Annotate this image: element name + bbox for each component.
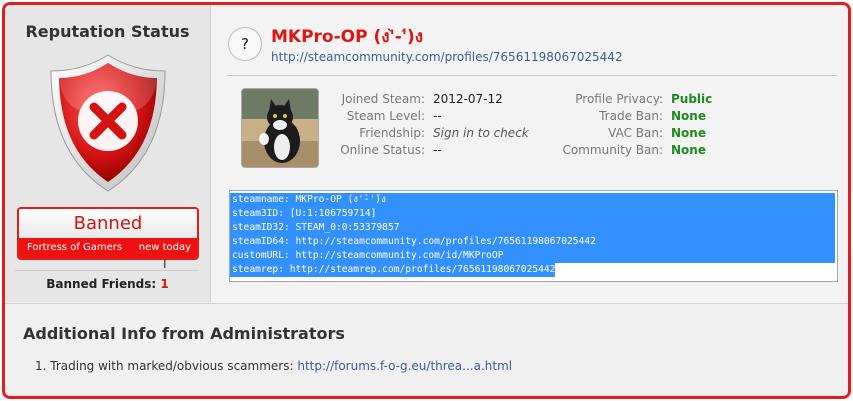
- profile-info-left: Joined Steam: 2012-07-12 Steam Level: -- F…: [319, 91, 529, 159]
- id-line-steam3id: steam3ID: [U:1:106759714]: [230, 207, 835, 221]
- ban-status-label: Banned: [19, 209, 197, 238]
- profile-name: MKPro-OP (ง'̀-'́)ง: [271, 27, 424, 47]
- online-status-row: Online Status: --: [319, 142, 529, 159]
- community-ban-row: Community Ban: None: [551, 142, 712, 159]
- ban-date: new today: [138, 242, 191, 253]
- online-status-value: --: [433, 143, 442, 157]
- vac-ban-label: VAC Ban:: [608, 126, 663, 140]
- divider: [15, 270, 199, 271]
- banned-friends-label: Banned Friends:: [46, 277, 161, 291]
- friendship-value[interactable]: Sign in to check: [425, 126, 529, 140]
- divider: [227, 75, 837, 76]
- ban-source: Fortress of Gamers: [27, 242, 123, 253]
- trade-ban-value: None: [671, 109, 706, 123]
- steam-level-row: Steam Level: --: [319, 108, 529, 125]
- vac-ban-row: VAC Ban: None: [551, 125, 712, 142]
- joined-steam-label: Joined Steam:: [341, 92, 425, 106]
- joined-steam-row: Joined Steam: 2012-07-12: [319, 91, 529, 108]
- text-cursor-icon: I: [163, 257, 167, 271]
- banned-friends: Banned Friends: 1: [5, 277, 210, 291]
- steam-level-value: --: [433, 109, 442, 123]
- banned-friends-count[interactable]: 1: [160, 277, 168, 291]
- steam-ids-textarea[interactable]: steamname: MKPro-OP (ง'̀-'́)ง steam3ID: …: [229, 190, 838, 282]
- admin-info-section: Additional Info from Administrators 1. T…: [5, 303, 848, 396]
- friendship-label: Friendship:: [359, 126, 425, 140]
- ban-source-bar: Fortress of Gamers new today: [19, 238, 197, 258]
- reputation-panel: Reputation Status Banned Fortress of Gam…: [2, 2, 851, 399]
- shield-x-icon: [50, 54, 166, 192]
- profile-info-right: Profile Privacy: Public Trade Ban: None VA…: [551, 91, 713, 159]
- community-ban-label: Community Ban:: [562, 143, 664, 157]
- steam-level-label: Steam Level:: [346, 109, 425, 123]
- id-line-steamrep: steamrep: http://steamrep.com/profiles/7…: [230, 263, 556, 277]
- profile-url-link[interactable]: http://steamcommunity.com/profiles/76561…: [271, 50, 623, 64]
- id-line-steamid64: steamID64: http://steamcommunity.com/pro…: [230, 235, 835, 249]
- profile-privacy-value: Public: [671, 92, 713, 106]
- friendship-row: Friendship: Sign in to check: [319, 125, 529, 142]
- ban-status-box[interactable]: Banned Fortress of Gamers new today: [17, 207, 199, 260]
- id-line-steamid32: steamID32: STEAM_0:0:53379857: [230, 221, 835, 235]
- profile-privacy-label: Profile Privacy:: [575, 92, 663, 106]
- profile-privacy-row: Profile Privacy: Public: [551, 91, 712, 108]
- reputation-sidebar: Reputation Status Banned Fortress of Gam…: [5, 5, 211, 302]
- admin-info-title: Additional Info from Administrators: [23, 324, 345, 343]
- id-line-steamname: steamname: MKPro-OP (ง'̀-'́)ง: [230, 193, 835, 207]
- trade-ban-label: Trade Ban:: [599, 109, 663, 123]
- trade-ban-row: Trade Ban: None: [551, 108, 712, 125]
- online-status-label: Online Status:: [340, 143, 425, 157]
- help-icon[interactable]: ?: [228, 27, 262, 61]
- community-ban-value: None: [671, 143, 706, 157]
- reputation-status-title: Reputation Status: [25, 22, 190, 41]
- admin-item-link[interactable]: http://forums.f-o-g.eu/threa...a.html: [297, 359, 512, 373]
- joined-steam-value: 2012-07-12: [433, 92, 503, 106]
- avatar[interactable]: [241, 88, 319, 168]
- admin-info-item: 1. Trading with marked/obvious scammers:…: [35, 359, 512, 373]
- id-line-customurl: customURL: http://steamcommunity.com/id/…: [230, 249, 835, 263]
- admin-item-text: 1. Trading with marked/obvious scammers:: [35, 359, 298, 373]
- profile-main: ? MKPro-OP (ง'̀-'́)ง http://steamcommuni…: [211, 5, 848, 302]
- vac-ban-value: None: [671, 126, 706, 140]
